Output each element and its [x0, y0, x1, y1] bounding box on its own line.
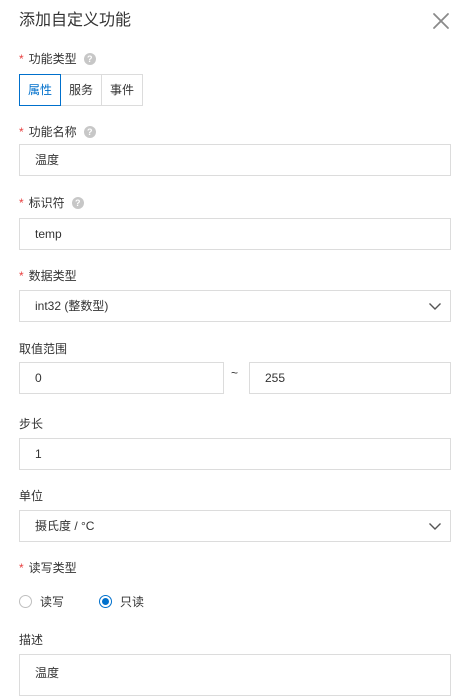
range-max-value: 255 — [265, 371, 286, 385]
function-name-label-row: * 功能名称 ? — [19, 124, 96, 140]
range-max-input[interactable]: 255 — [249, 362, 451, 394]
rw-type-radio-group: 读写 只读 — [19, 592, 179, 610]
step-value: 1 — [35, 447, 42, 461]
close-icon[interactable] — [430, 10, 452, 32]
unit-label-row: 单位 — [19, 488, 43, 504]
range-separator: ~ — [231, 366, 239, 380]
unit-label: 单位 — [19, 489, 44, 503]
dialog-title: 添加自定义功能 — [19, 12, 132, 29]
value-range-label-row: 取值范围 — [19, 341, 67, 357]
identifier-label: 标识符 — [28, 196, 65, 210]
function-type-selector: 属性 服务 事件 — [19, 74, 144, 106]
function-type-option-service[interactable]: 服务 — [60, 74, 103, 106]
radio-circle-checked[interactable] — [99, 594, 113, 608]
required-mark: * — [19, 269, 24, 283]
data-type-label: 数据类型 — [28, 269, 77, 283]
description-label-row: 描述 — [19, 632, 43, 648]
identifier-input[interactable]: temp — [19, 218, 451, 250]
chevron-down-icon — [429, 303, 441, 310]
rw-type-label: 读写类型 — [28, 561, 77, 575]
help-icon[interactable]: ? — [83, 53, 96, 65]
identifier-label-row: * 标识符 ? — [19, 195, 84, 211]
data-type-value: int32 (整数型) — [35, 299, 109, 313]
required-mark: * — [19, 196, 24, 210]
required-mark: * — [19, 52, 24, 66]
function-type-option-event[interactable]: 事件 — [101, 74, 144, 106]
help-icon[interactable]: ? — [83, 126, 96, 138]
rw-type-label-row: * 读写类型 — [19, 560, 77, 576]
chevron-down-icon — [429, 523, 441, 530]
unit-value: 摄氏度 / °C — [35, 519, 95, 533]
step-input[interactable]: 1 — [19, 438, 451, 470]
radio-label-read-write: 读写 — [40, 594, 65, 609]
radio-read-write[interactable]: 读写 — [19, 593, 64, 610]
data-type-label-row: * 数据类型 — [19, 268, 77, 284]
identifier-value: temp — [35, 227, 62, 241]
function-name-input[interactable]: 温度 — [19, 144, 451, 176]
required-mark: * — [19, 125, 24, 139]
description-label: 描述 — [19, 633, 44, 647]
step-label-row: 步长 — [19, 416, 43, 432]
value-range-label: 取值范围 — [19, 342, 68, 356]
required-mark: * — [19, 561, 24, 575]
step-label: 步长 — [19, 417, 44, 431]
range-min-value: 0 — [35, 371, 42, 385]
function-type-label: 功能类型 — [28, 52, 77, 66]
radio-circle[interactable] — [19, 594, 32, 608]
range-min-input[interactable]: 0 — [19, 362, 224, 394]
help-icon[interactable]: ? — [71, 197, 84, 209]
function-name-value: 温度 — [35, 153, 60, 167]
description-textarea[interactable]: 温度 — [19, 654, 451, 696]
description-value: 温度 — [35, 666, 60, 680]
function-name-label: 功能名称 — [28, 125, 77, 139]
radio-read-only[interactable]: 只读 — [99, 593, 144, 610]
function-type-option-property[interactable]: 属性 — [19, 74, 62, 106]
function-type-label-row: * 功能类型 ? — [19, 51, 96, 67]
add-custom-function-panel: 添加自定义功能 * 功能类型 ? 属性 服务 事件 * 功能名称 ? 温度 * … — [0, 0, 469, 696]
data-type-select[interactable]: int32 (整数型) — [19, 290, 451, 322]
radio-label-read-only: 只读 — [120, 594, 145, 609]
unit-select[interactable]: 摄氏度 / °C — [19, 510, 451, 542]
